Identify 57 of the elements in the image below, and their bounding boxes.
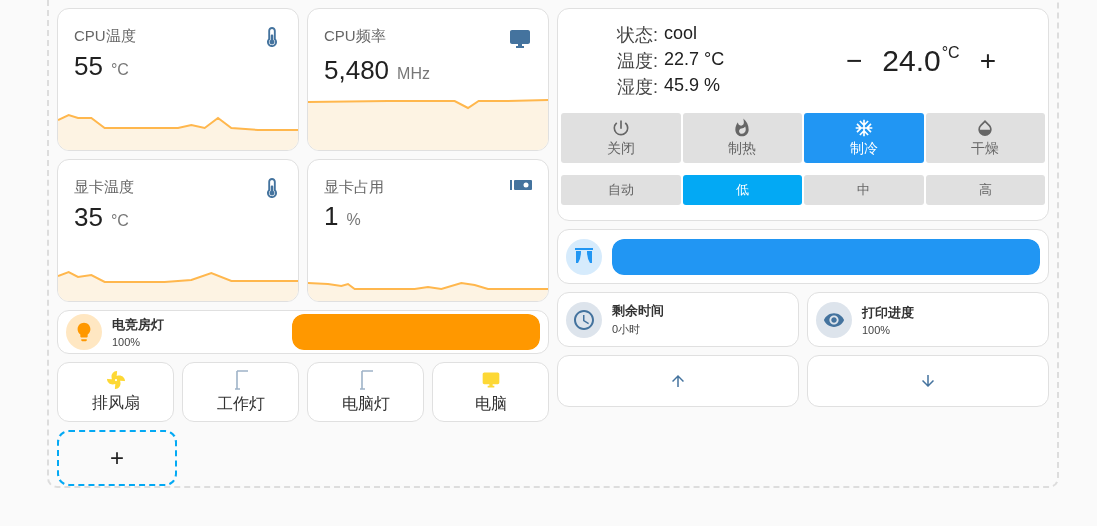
down-arrow-icon	[919, 372, 937, 390]
floor-lamp-icon	[232, 369, 249, 390]
fan-speed-button[interactable]: 中	[804, 175, 924, 205]
light-state: 100%	[112, 336, 142, 348]
increase-button[interactable]: +	[973, 45, 1003, 77]
sensor-card[interactable]: 显卡温度 35 °C	[57, 159, 299, 302]
clock-icon	[572, 307, 596, 332]
mode-button[interactable]: 干燥	[925, 113, 1045, 163]
target-temperature: 24.0	[882, 44, 941, 78]
climate-label: 状态:	[617, 24, 658, 47]
sensor-value: 55	[74, 51, 103, 82]
sensor-value: 5,480	[324, 55, 390, 86]
sensor-unit: °C	[110, 212, 129, 230]
floor-lamp-icon	[357, 369, 374, 390]
tile-state: 0小时	[612, 322, 642, 337]
mode-button[interactable]: 关闭	[561, 113, 681, 163]
climate-value: cool	[664, 23, 699, 45]
monitor-icon	[508, 27, 532, 51]
sensor-name: 显卡占用	[324, 178, 384, 197]
tile-state: 100%	[862, 323, 892, 336]
sensor-card[interactable]: CPU频率 5,480 MHz	[307, 8, 549, 151]
sensor-card[interactable]: 显卡占用 1 %	[307, 159, 549, 302]
add-button[interactable]: +	[57, 430, 177, 486]
climate-label: 湿度:	[617, 76, 658, 99]
sensor-name: CPU温度	[74, 27, 136, 46]
light-name: 电竞房灯	[112, 316, 165, 334]
entity-button[interactable]: 工作灯	[182, 362, 299, 422]
entity-button[interactable]: 电脑灯	[307, 362, 424, 422]
fan-icon	[106, 370, 125, 389]
graphics-card-icon	[510, 178, 532, 192]
down-button[interactable]	[807, 355, 1049, 407]
snowflake-icon	[853, 118, 874, 138]
sensor-tile[interactable]: 打印进度 100%	[807, 292, 1049, 347]
sensor-name: CPU频率	[324, 27, 386, 46]
sensor-unit: %	[346, 211, 361, 229]
temperature-unit: °C	[941, 44, 960, 62]
up-button[interactable]	[557, 355, 799, 407]
sensor-card[interactable]: CPU温度 55 °C	[57, 8, 299, 151]
position-slider[interactable]	[612, 238, 1040, 275]
mode-button[interactable]: 制热	[682, 113, 802, 163]
climate-value: 45.9 %	[664, 75, 722, 97]
climate-value: 22.7 °C	[664, 49, 725, 71]
sensor-unit: MHz	[397, 65, 430, 83]
sensor-value: 1	[324, 201, 339, 232]
climate-label: 温度:	[617, 50, 658, 73]
sensor-tile[interactable]: 剩余时间 0小时	[557, 292, 799, 347]
entity-button[interactable]: 电脑	[432, 362, 549, 422]
sensor-unit: °C	[110, 61, 129, 79]
tile-name: 剩余时间	[612, 302, 665, 320]
fan-speed-button[interactable]: 高	[925, 175, 1045, 205]
sensor-name: 显卡温度	[74, 178, 134, 197]
tile-name: 打印进度	[862, 303, 915, 322]
entity-button[interactable]: 排风扇	[57, 362, 174, 422]
decrease-button[interactable]: −	[839, 45, 869, 77]
brightness-slider[interactable]	[292, 314, 540, 350]
sensor-value: 35	[74, 202, 103, 233]
fan-speed-button[interactable]: 自动	[561, 175, 681, 205]
